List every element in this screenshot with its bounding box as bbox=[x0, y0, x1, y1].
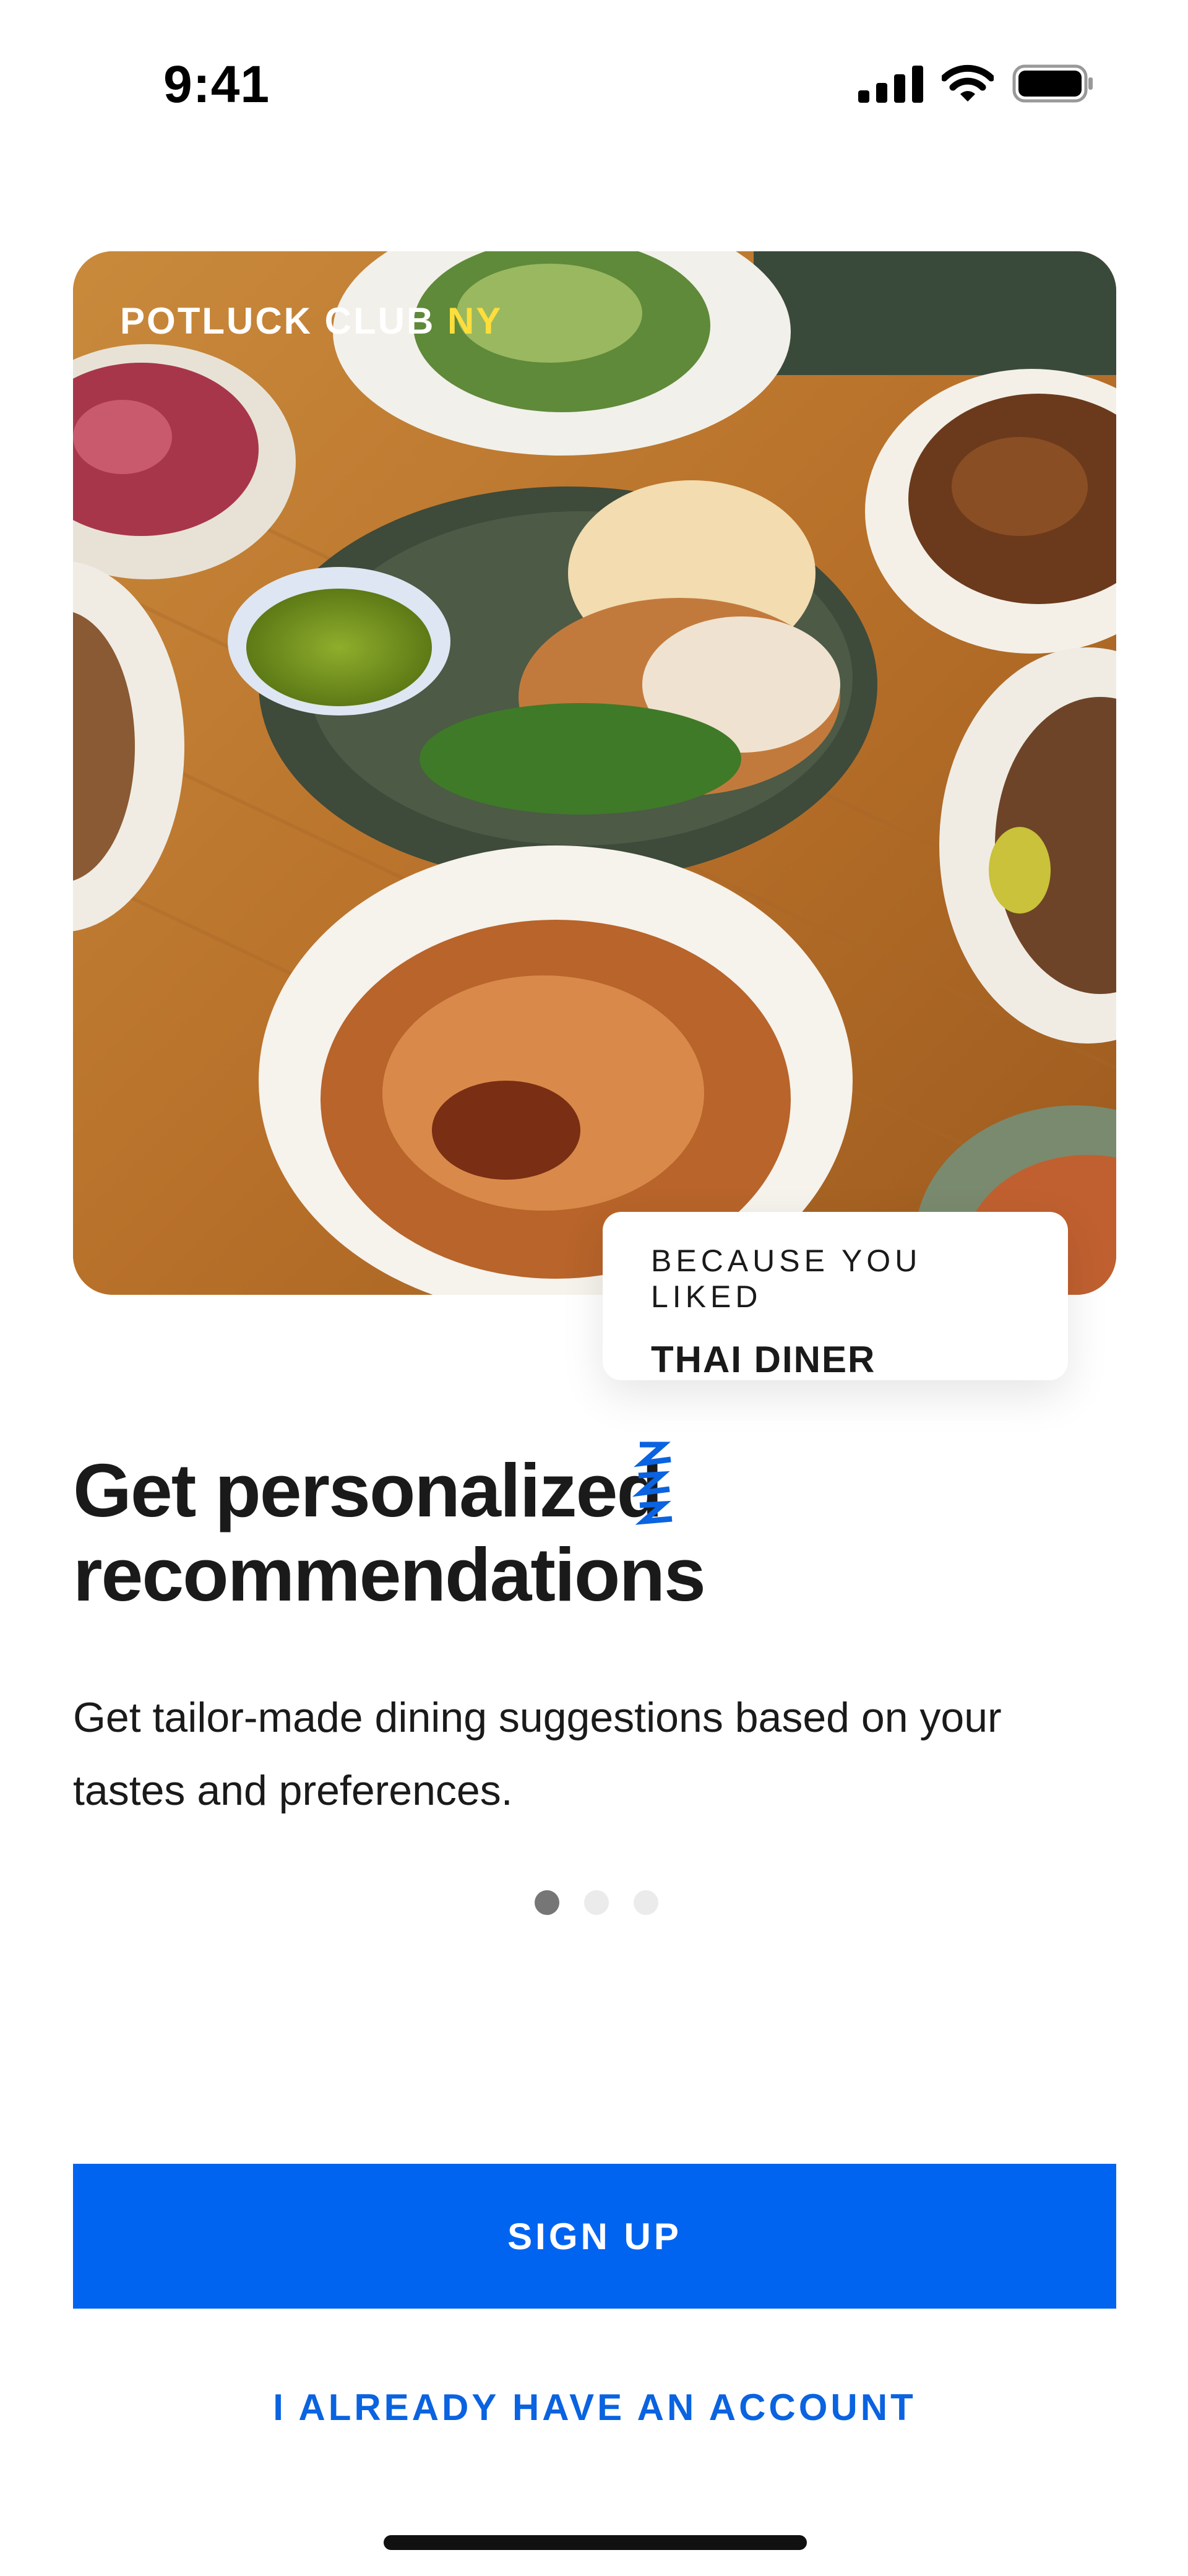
page-indicator bbox=[535, 1890, 658, 1915]
cellular-signal-icon bbox=[858, 64, 923, 103]
status-icons bbox=[858, 64, 1094, 103]
hero-image: POTLUCK CLUB NY bbox=[73, 251, 1116, 1295]
page-title: Get personalized recommendations bbox=[73, 1448, 877, 1617]
brand-logo: POTLUCK CLUB NY bbox=[120, 300, 502, 342]
food-photo bbox=[73, 251, 1116, 1295]
page-dot-3[interactable] bbox=[634, 1890, 658, 1915]
sign-up-button[interactable]: SIGN UP bbox=[73, 2164, 1116, 2309]
wifi-icon bbox=[942, 64, 994, 102]
page-dot-1[interactable] bbox=[535, 1890, 559, 1915]
existing-account-link[interactable]: I ALREADY HAVE AN ACCOUNT bbox=[73, 2377, 1116, 2439]
page-dot-2[interactable] bbox=[584, 1890, 609, 1915]
brand-name: POTLUCK CLUB bbox=[120, 300, 436, 342]
zigzag-decoration-icon bbox=[632, 1441, 673, 1525]
status-bar: 9:41 bbox=[0, 0, 1188, 161]
home-indicator[interactable] bbox=[384, 2535, 807, 2550]
battery-icon bbox=[1012, 64, 1093, 103]
title-line-1: Get personalized bbox=[73, 1448, 663, 1532]
description: Get tailor-made dining suggestions based… bbox=[73, 1694, 1002, 1814]
recommendation-card: BECAUSE YOU LIKED THAI DINER bbox=[603, 1212, 1068, 1380]
brand-suffix: NY bbox=[447, 300, 503, 342]
status-time: 9:41 bbox=[163, 55, 270, 113]
restaurant-name: THAI DINER bbox=[651, 1339, 876, 1380]
title-line-2: recommendations bbox=[73, 1532, 706, 1617]
because-label: BECAUSE YOU LIKED bbox=[651, 1243, 922, 1314]
